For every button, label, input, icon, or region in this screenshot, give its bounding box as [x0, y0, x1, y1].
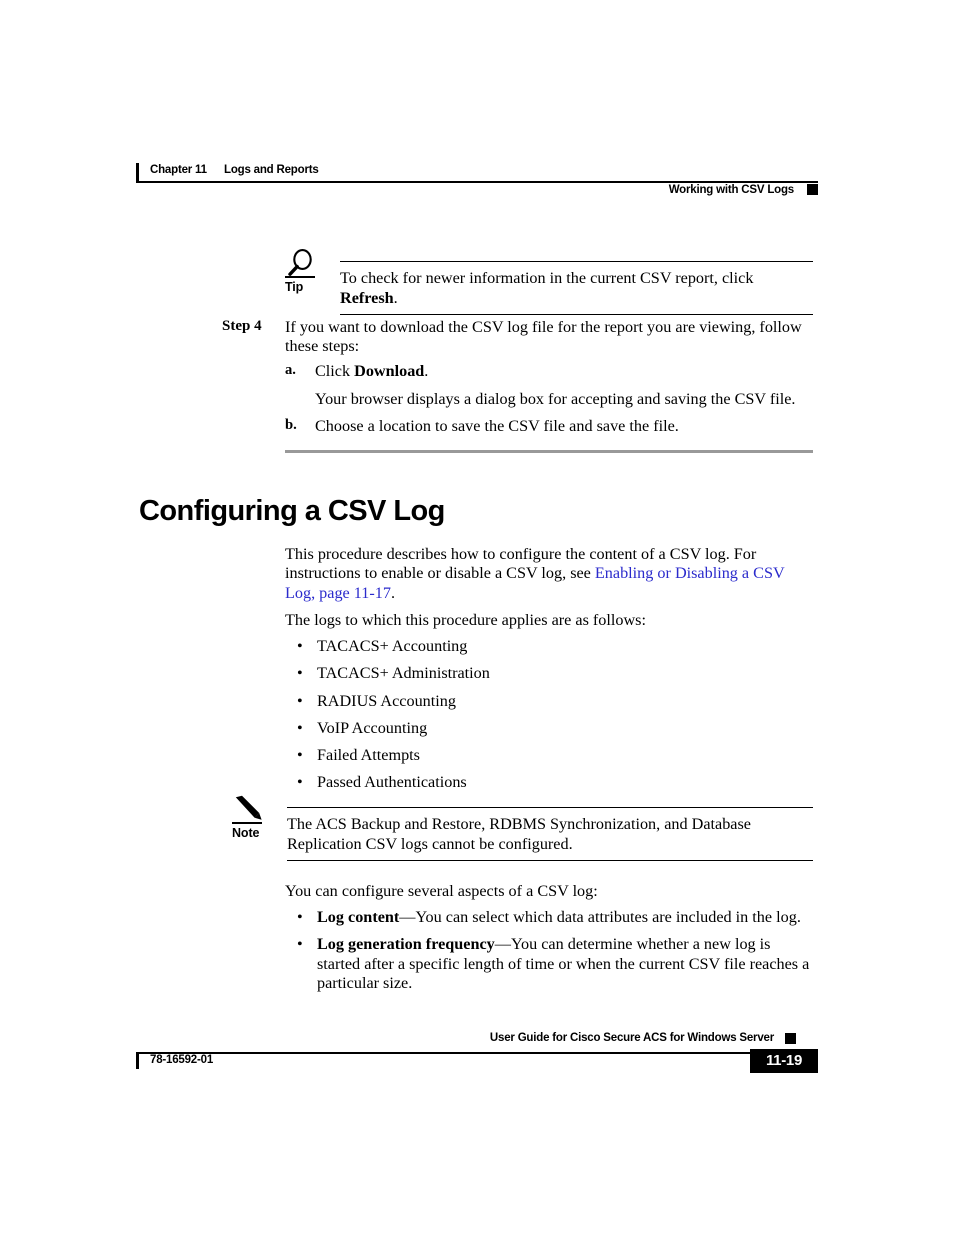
list-item: • Failed Attempts [285, 746, 813, 765]
note-label: Note [232, 826, 260, 840]
bullet-icon: • [297, 746, 303, 765]
header-square-marker [807, 184, 818, 195]
bullet-icon: • [297, 773, 303, 792]
list-item: • Passed Authentications [285, 773, 813, 792]
tip-body-bottom-rule [340, 313, 813, 316]
pencil-note-icon [232, 795, 272, 823]
tip-body-text: To check for newer information in the cu… [340, 262, 813, 314]
note-label-rule [232, 822, 262, 824]
intro-paragraph-block: This procedure describes how to configur… [285, 545, 813, 603]
footer-left-tick-mark [136, 1052, 139, 1069]
footer-rule [136, 1052, 818, 1054]
list-item-label: RADIUS Accounting [317, 691, 456, 710]
list-item-label: VoIP Accounting [317, 718, 428, 737]
step-4-label: Step 4 [222, 318, 262, 334]
running-header: Chapter 11 Logs and Reports Working with… [136, 163, 818, 196]
header-rule [136, 181, 818, 183]
substep-a-tail: . [424, 362, 429, 380]
substep-a-text: Click Download. [315, 362, 813, 381]
list-item-label: TACACS+ Accounting [317, 637, 468, 655]
note-body: The ACS Backup and Restore, RDBMS Synchr… [287, 807, 813, 862]
list-item: • TACACS+ Administration [285, 664, 813, 683]
logs-intro-block: The logs to which this procedure applies… [285, 611, 813, 630]
running-header-top-line: Chapter 11 Logs and Reports [136, 163, 818, 183]
list-item: • VoIP Accounting [285, 719, 813, 738]
list-item-label: Passed Authentications [317, 773, 467, 792]
list-item-label: TACACS+ Administration [317, 664, 490, 683]
aspects-bullet-list: • Log content—You can select which data a… [285, 908, 813, 993]
bullet-icon: • [297, 718, 303, 737]
intro-paragraph: This procedure describes how to configur… [285, 545, 813, 603]
note-body-bottom-rule [287, 859, 813, 862]
tip-label: Tip [285, 280, 304, 294]
substep-a-result-text: Your browser displays a dialog box for a… [315, 390, 796, 408]
header-chapter-title: Logs and Reports [224, 164, 319, 176]
aspect-term-log-generation-frequency: Log generation frequency [317, 935, 495, 954]
substep-a-label: a. [285, 362, 296, 378]
logs-intro-paragraph: The logs to which this procedure applies… [285, 611, 646, 629]
list-item: • Log generation frequency—You can determ… [285, 935, 813, 993]
aspect-desc-log-content: —You can select which data attributes ar… [399, 908, 801, 926]
substep-b-lead: Choose a location to save the CSV file a… [315, 417, 679, 435]
header-left-tick-mark [136, 163, 139, 181]
footer-square-marker [785, 1033, 796, 1044]
footer-guide-title: User Guide for Cisco Secure ACS for Wind… [489, 1032, 774, 1044]
step-4-text: If you want to download the CSV log file… [285, 318, 802, 356]
substep-b-label: b. [285, 417, 297, 433]
bullet-icon: • [297, 637, 303, 655]
magnifier-tip-icon [285, 249, 325, 277]
document-page: Chapter 11 Logs and Reports Working with… [0, 0, 954, 1235]
intro-text-part2: . [390, 583, 395, 602]
header-chapter-number: Chapter 11 [150, 164, 207, 176]
footer-page-number: 11-19 [750, 1049, 818, 1073]
aspects-intro-block: You can configure several aspects of a C… [285, 882, 813, 901]
tip-body: To check for newer information in the cu… [340, 261, 813, 316]
logs-bullet-list: • TACACS+ Accounting • TACACS+ Administrat… [285, 637, 813, 793]
bullet-icon: • [297, 935, 303, 954]
tip-refresh-bold: Refresh [340, 288, 394, 307]
tip-text-tail: . [393, 288, 398, 307]
bullet-icon: • [297, 691, 303, 710]
aspect-term-log-content: Log content [317, 908, 400, 926]
list-item: • Log content—You can select which data a… [285, 908, 813, 927]
header-section-title: Working with CSV Logs [668, 184, 794, 196]
substep-a-download-bold: Download [354, 362, 425, 380]
note-body-text: The ACS Backup and Restore, RDBMS Synchr… [287, 815, 751, 853]
page-title: Configuring a CSV Log [139, 495, 445, 527]
substep-b-text: Choose a location to save the CSV file a… [315, 417, 813, 436]
substep-a-lead: Click [315, 362, 355, 380]
tip-text-lead: To check for newer information in the cu… [340, 269, 754, 288]
section-divider-rule [285, 450, 813, 453]
list-item: • RADIUS Accounting [285, 692, 813, 711]
list-item-label: Failed Attempts [317, 746, 420, 765]
tip-label-rule [285, 276, 315, 278]
list-item: • TACACS+ Accounting [285, 637, 813, 656]
bullet-icon: • [297, 664, 303, 683]
aspects-intro-paragraph: You can configure several aspects of a C… [285, 882, 598, 900]
bullet-icon: • [297, 908, 303, 926]
footer-document-number: 78-16592-01 [150, 1054, 214, 1066]
